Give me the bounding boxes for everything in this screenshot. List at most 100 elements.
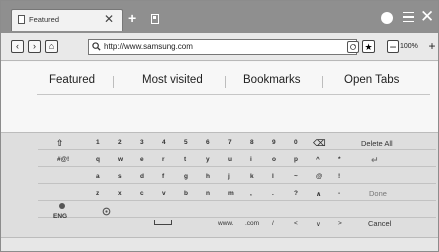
key[interactable]: c [140, 190, 144, 197]
on-screen-keyboard: ⇧ #@! ENG 1 2 3 4 5 6 7 8 9 0 ⌫ Delete All q w e r t y… [1, 132, 438, 237]
key[interactable]: a [96, 173, 100, 180]
address-toolbar: ‹ › ⌂ http://www.samsung.com ★ − 100% + [1, 33, 438, 61]
settings-icon[interactable] [101, 206, 112, 217]
key[interactable]: ^ [316, 156, 320, 163]
key[interactable]: t [184, 156, 186, 163]
tab-strip: Featured ✕ + ✕ [1, 1, 438, 33]
key[interactable]: ∧ [316, 190, 321, 198]
key[interactable]: 6 [206, 139, 210, 146]
space-key[interactable] [154, 220, 172, 225]
key[interactable]: m [228, 190, 234, 197]
page-content: Featured Most visited Bookmarks Open Tab… [1, 62, 438, 132]
tab-featured[interactable]: Featured ✕ [11, 9, 123, 31]
address-bar[interactable]: http://www.samsung.com [88, 39, 357, 55]
key[interactable]: 5 [184, 139, 188, 146]
key[interactable]: f [162, 173, 164, 180]
key[interactable]: / [272, 220, 274, 227]
delete-all-key[interactable]: Delete All [361, 139, 393, 148]
bookmark-button[interactable]: ★ [362, 40, 375, 53]
key[interactable]: 0 [294, 139, 298, 146]
browser-window: Featured ✕ + ✕ ‹ › ⌂ http://www.samsung.… [0, 0, 439, 252]
key[interactable]: ! [338, 173, 340, 180]
tab-featured-content[interactable]: Featured [49, 74, 95, 86]
row-divider [38, 217, 436, 218]
key[interactable]: .com [245, 220, 259, 227]
bottom-bar [1, 237, 438, 251]
row-divider [38, 200, 436, 201]
key[interactable]: h [206, 173, 210, 180]
key[interactable]: ~ [294, 173, 298, 180]
key[interactable]: j [228, 173, 230, 180]
forward-button[interactable]: › [28, 40, 41, 53]
key[interactable]: k [250, 173, 254, 180]
tab-title: Featured [29, 15, 60, 24]
key[interactable]: y [206, 156, 210, 163]
key[interactable]: 8 [250, 139, 254, 146]
key[interactable]: g [184, 173, 188, 180]
key[interactable]: , [250, 190, 252, 197]
key[interactable]: z [96, 190, 99, 197]
key[interactable]: x [118, 190, 122, 197]
key[interactable]: @ [316, 173, 322, 180]
tab-most-visited[interactable]: Most visited [142, 74, 203, 86]
key[interactable]: 7 [228, 139, 232, 146]
key[interactable]: 9 [272, 139, 276, 146]
key[interactable]: 3 [140, 139, 144, 146]
key[interactable]: ∨ [316, 220, 321, 228]
reload-icon[interactable] [347, 41, 359, 53]
key[interactable]: ? [294, 190, 298, 197]
key[interactable]: d [140, 173, 144, 180]
key[interactable]: . [272, 190, 274, 197]
enter-key[interactable]: ↵ [371, 155, 379, 166]
key[interactable]: p [294, 156, 298, 163]
key[interactable]: r [162, 156, 165, 163]
backspace-key[interactable]: ⌫ [313, 138, 326, 149]
page-icon [18, 15, 25, 24]
close-window-icon[interactable]: ✕ [420, 7, 434, 27]
key[interactable]: < [294, 220, 298, 227]
tab-separator [322, 76, 323, 88]
key[interactable]: 4 [162, 139, 166, 146]
key[interactable]: b [184, 190, 188, 197]
notification-icon[interactable] [381, 12, 393, 24]
row-divider [38, 149, 436, 150]
key[interactable]: > [338, 220, 342, 227]
key[interactable]: * [338, 156, 341, 163]
key[interactable]: o [272, 156, 276, 163]
key[interactable]: l [272, 173, 274, 180]
zoom-in-button[interactable]: + [426, 40, 438, 53]
symbols-key[interactable]: #@! [57, 156, 69, 163]
url-text: http://www.samsung.com [104, 42, 193, 51]
shift-key[interactable]: ⇧ [56, 138, 64, 149]
key[interactable]: 2 [118, 139, 122, 146]
menu-icon[interactable] [403, 12, 414, 22]
tab-separator [225, 76, 226, 88]
language-key[interactable]: ENG [53, 213, 67, 220]
zoom-out-button[interactable]: − [387, 40, 399, 53]
back-button[interactable]: ‹ [11, 40, 24, 53]
key[interactable]: i [250, 156, 252, 163]
tab-bookmarks[interactable]: Bookmarks [243, 74, 301, 86]
key[interactable]: w [118, 156, 123, 163]
tab-manager-icon[interactable] [151, 14, 159, 24]
cancel-key[interactable]: Cancel [368, 219, 391, 228]
search-icon [92, 42, 101, 51]
key[interactable]: v [162, 190, 166, 197]
done-key[interactable]: Done [369, 189, 387, 198]
key[interactable]: n [206, 190, 210, 197]
tab-open-tabs[interactable]: Open Tabs [344, 74, 399, 86]
key[interactable]: www. [218, 220, 234, 227]
row-divider [38, 183, 436, 184]
key[interactable]: q [96, 156, 100, 163]
key[interactable]: e [140, 156, 144, 163]
key[interactable]: u [228, 156, 232, 163]
tab-close-icon[interactable]: ✕ [104, 12, 114, 26]
key[interactable]: 1 [96, 139, 100, 146]
tab-underline [37, 94, 430, 95]
globe-icon[interactable] [59, 203, 65, 209]
key[interactable]: s [118, 173, 122, 180]
key[interactable]: - [338, 190, 340, 197]
home-button[interactable]: ⌂ [45, 40, 58, 53]
new-tab-button[interactable]: + [128, 10, 136, 26]
zoom-level: 100% [400, 43, 418, 50]
